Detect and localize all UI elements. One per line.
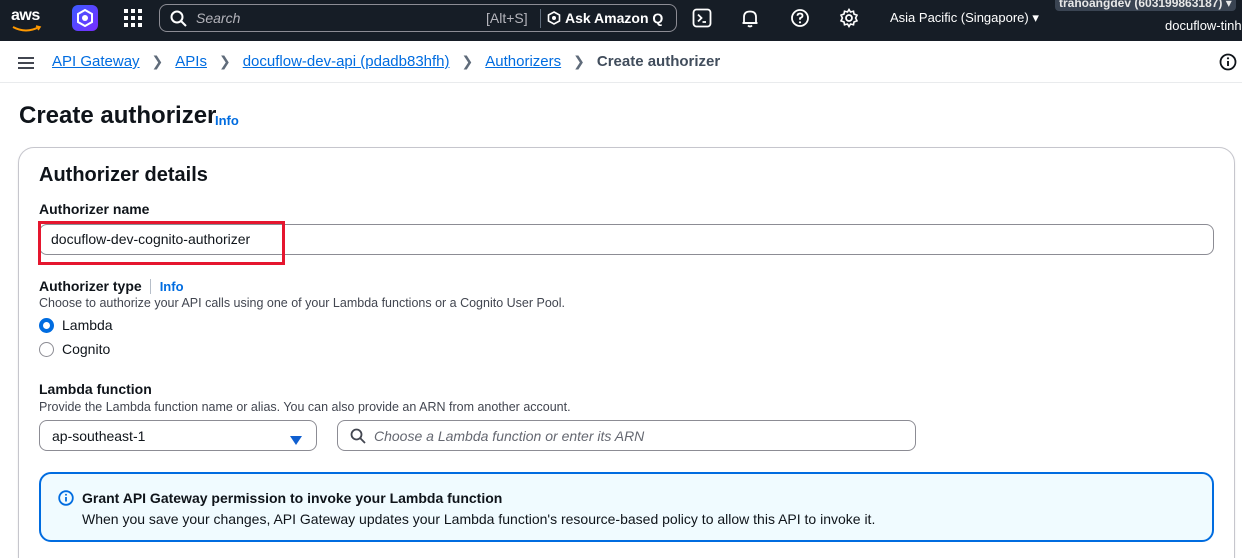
- help-icon[interactable]: [790, 8, 810, 28]
- lambda-function-input[interactable]: Choose a Lambda function or enter its AR…: [337, 420, 916, 451]
- services-grid-icon[interactable]: [124, 9, 142, 27]
- breadcrumb-api-name[interactable]: docuflow-dev-api (pdadb83hfh): [243, 53, 450, 70]
- chevron-right-icon: ❯: [573, 53, 585, 69]
- menu-icon[interactable]: [18, 56, 34, 69]
- aws-logo-text: aws: [11, 7, 40, 24]
- search-icon: [350, 428, 366, 449]
- breadcrumb-bar: API Gateway ❯ APIs ❯ docuflow-dev-api (p…: [0, 41, 1242, 83]
- alert-title: Grant API Gateway permission to invoke y…: [82, 490, 503, 506]
- ask-amazon-q-button[interactable]: Ask Amazon Q: [547, 10, 663, 26]
- cloudshell-icon[interactable]: [692, 8, 712, 28]
- chevron-right-icon: ❯: [218, 53, 231, 69]
- region-selector[interactable]: Asia Pacific (Singapore) ▾: [890, 10, 1039, 26]
- region-select-value: ap-southeast-1: [52, 428, 146, 444]
- radio-checked-icon: [39, 317, 54, 333]
- radio-lambda[interactable]: Lambda: [39, 315, 239, 335]
- account-name[interactable]: docuflow-tinh: [1165, 18, 1242, 33]
- lambda-function-description: Provide the Lambda function name or alia…: [39, 400, 571, 414]
- account-id-badge[interactable]: trahoangdev (603199863187) ▾: [1055, 0, 1236, 11]
- search-shortcut: [Alt+S]: [486, 10, 528, 26]
- radio-unchecked-icon: [39, 341, 54, 357]
- info-circle-icon[interactable]: [1219, 53, 1237, 71]
- radio-cognito[interactable]: Cognito: [39, 339, 239, 359]
- breadcrumb-apis[interactable]: APIs: [175, 53, 207, 70]
- page-info-link[interactable]: Info: [215, 113, 239, 128]
- bell-icon[interactable]: [740, 8, 760, 28]
- breadcrumb-current: Create authorizer: [596, 53, 721, 70]
- authorizer-type-description: Choose to authorize your API calls using…: [39, 296, 565, 310]
- lambda-function-label: Lambda function: [39, 381, 152, 397]
- authorizer-type-info-link[interactable]: Info: [160, 279, 184, 294]
- radio-cognito-label: Cognito: [62, 341, 111, 357]
- alert-body: When you save your changes, API Gateway …: [82, 511, 876, 527]
- section-title: Authorizer details: [39, 164, 208, 186]
- chevron-right-icon: ❯: [461, 53, 474, 69]
- amazon-q-icon: [547, 11, 561, 25]
- gear-icon[interactable]: [839, 7, 859, 29]
- authorizer-type-header: Authorizer type Info: [39, 278, 184, 294]
- info-icon: [58, 490, 74, 511]
- highlight-box: [38, 221, 285, 265]
- aws-logo[interactable]: aws: [11, 7, 45, 33]
- region-select[interactable]: ap-southeast-1: [39, 420, 317, 451]
- search-icon: [170, 10, 187, 32]
- search-input[interactable]: Search [Alt+S] Ask Amazon Q: [159, 4, 677, 32]
- authorizer-name-label: Authorizer name: [39, 201, 150, 217]
- page-title: Create authorizer: [19, 102, 217, 129]
- chevron-right-icon: ❯: [151, 53, 164, 69]
- top-navigation: aws Search [Alt+S] Ask Amazon Q Asia Pac…: [0, 0, 1242, 41]
- caret-down-icon: [290, 432, 302, 450]
- search-placeholder: Search: [196, 10, 241, 26]
- breadcrumb-api-gateway[interactable]: API Gateway: [52, 53, 140, 70]
- breadcrumb: API Gateway ❯ APIs ❯ docuflow-dev-api (p…: [52, 53, 720, 70]
- search-divider: [540, 9, 541, 28]
- breadcrumb-authorizers[interactable]: Authorizers: [485, 53, 561, 70]
- permission-info-alert: Grant API Gateway permission to invoke y…: [39, 472, 1214, 542]
- divider: [149, 278, 151, 294]
- ask-amazon-q-label: Ask Amazon Q: [565, 10, 664, 26]
- authorizer-type-label: Authorizer type: [39, 278, 142, 294]
- radio-lambda-label: Lambda: [62, 317, 113, 333]
- amazon-q-logo-icon[interactable]: [72, 5, 98, 31]
- lambda-function-placeholder: Choose a Lambda function or enter its AR…: [374, 428, 645, 444]
